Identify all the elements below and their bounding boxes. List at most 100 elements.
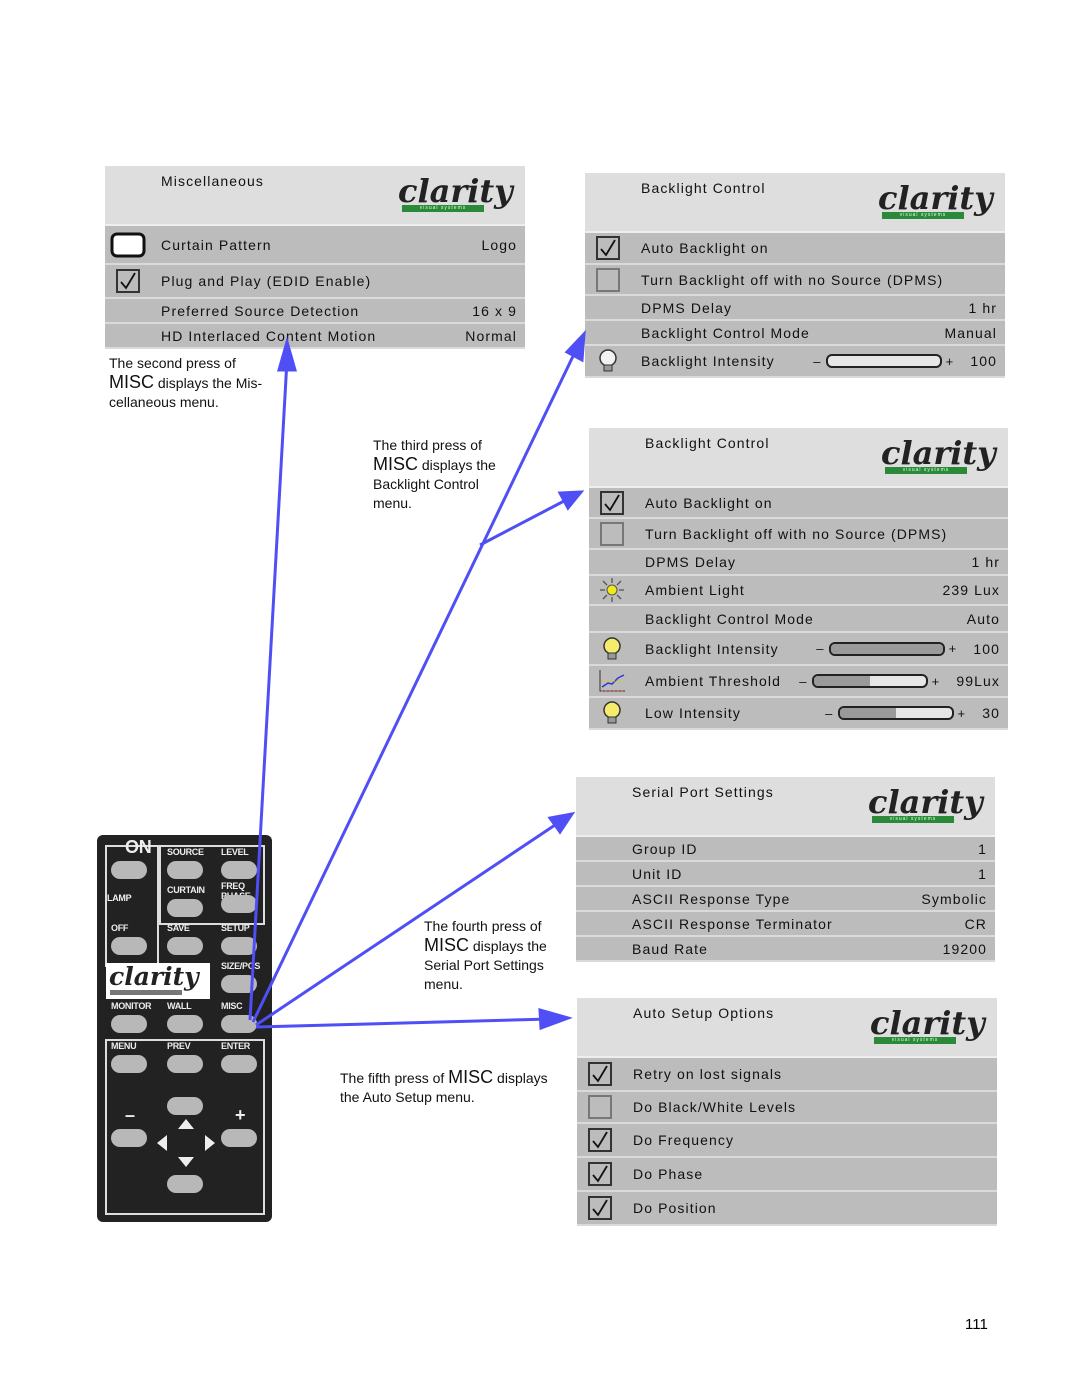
checkbox-empty-icon[interactable] <box>596 267 620 292</box>
menu-row-label: Low Intensity <box>645 705 742 721</box>
menu-row[interactable]: Low Intensity – +30 <box>589 698 1008 730</box>
checkbox-checked-icon[interactable] <box>596 236 620 260</box>
clarity-logo: clarity visual systems <box>870 1004 985 1044</box>
menu-row[interactable]: Backlight Control Mode Manual <box>585 321 1005 346</box>
intensity-slider[interactable]: – + <box>825 706 966 721</box>
checkbox-checked-icon[interactable] <box>588 1062 612 1086</box>
page-number: 111 <box>965 1316 988 1333</box>
remote-button-prev[interactable] <box>167 1055 203 1073</box>
minus-label: – <box>816 641 825 656</box>
slider-track[interactable] <box>825 354 942 368</box>
slider-track[interactable] <box>828 641 945 656</box>
intensity-slider[interactable]: – + <box>799 674 940 689</box>
menu-row[interactable]: DPMS Delay 1 hr <box>589 550 1008 576</box>
menu-panel-backlight-control-auto: Backlight Control clarity visual systems Au… <box>589 428 1008 730</box>
remote-button-setup[interactable] <box>221 937 257 955</box>
menu-row[interactable]: Backlight Intensity – +100 <box>585 346 1005 378</box>
remote-label: WALL <box>167 1001 192 1011</box>
clarity-logo: clarity <box>106 963 210 999</box>
remote-button-down[interactable] <box>167 1175 203 1193</box>
checkbox-empty-icon[interactable] <box>588 1095 612 1119</box>
remote-button-–[interactable] <box>111 1129 147 1147</box>
remote-button-wall[interactable] <box>167 1015 203 1033</box>
remote-button-menu[interactable] <box>111 1055 147 1073</box>
menu-row[interactable]: ASCII Response Terminator CR <box>576 912 995 937</box>
remote-button-level[interactable] <box>221 861 257 879</box>
menu-row[interactable]: Group ID 1 <box>576 837 995 862</box>
menu-row[interactable]: Do Black/White Levels <box>577 1092 997 1124</box>
menu-row-value: 239 Lux <box>942 582 1000 598</box>
plus-label: + <box>945 353 955 369</box>
remote-button-freqphase[interactable] <box>221 895 257 913</box>
remote-button-enter[interactable] <box>221 1055 257 1073</box>
bulb-icon <box>603 636 621 659</box>
menu-row[interactable]: Auto Backlight on <box>589 488 1008 519</box>
slider-fill <box>813 676 870 686</box>
intensity-slider[interactable]: – + <box>816 641 957 656</box>
menu-header: Backlight Control clarity visual systems <box>585 173 1005 233</box>
menu-row-value: 16 x 9 <box>472 302 517 319</box>
remote-button-save[interactable] <box>167 937 203 955</box>
arrowhead <box>564 329 586 363</box>
bulb-off-icon <box>599 349 617 372</box>
menu-row[interactable]: Unit ID 1 <box>576 862 995 887</box>
menu-row-label: ASCII Response Terminator <box>632 915 833 932</box>
remote-button-source[interactable] <box>167 861 203 879</box>
remote-button-sizepos[interactable] <box>221 975 257 993</box>
arrow-keys-icon[interactable] <box>155 1117 217 1169</box>
remote-label: ON <box>125 837 152 857</box>
menu-row-label: Do Position <box>633 1200 717 1216</box>
menu-row[interactable]: Plug and Play (EDID Enable) <box>105 265 525 299</box>
checkbox-checked-icon[interactable] <box>600 490 624 515</box>
menu-row[interactable]: Preferred Source Detection 16 x 9 <box>105 299 525 324</box>
intensity-slider[interactable]: – + <box>813 354 954 369</box>
remote-label: MONITOR <box>111 1001 152 1011</box>
menu-title: Backlight Control <box>645 435 770 451</box>
remote-label: SAVE <box>167 923 190 933</box>
menu-row-label: ASCII Response Type <box>632 890 791 907</box>
remote-button-up[interactable] <box>167 1097 203 1115</box>
checkbox-checked-icon[interactable] <box>588 1128 612 1152</box>
caption-serial: The fourth press of MISC displays the Seri… <box>424 918 547 992</box>
menu-row-label: Ambient Threshold <box>645 673 781 689</box>
menu-row-label: Group ID <box>632 840 698 857</box>
menu-row[interactable]: Curtain Pattern Logo <box>105 226 525 265</box>
menu-row[interactable]: Do Phase <box>577 1158 997 1192</box>
checkbox-empty-icon[interactable] <box>600 521 624 546</box>
remote-button-misc[interactable] <box>221 1015 257 1033</box>
menu-row[interactable]: Ambient Light 239 Lux <box>589 576 1008 606</box>
checkbox-checked-icon[interactable] <box>116 269 140 293</box>
plus-label: + <box>948 641 958 656</box>
remote-button-curtain[interactable] <box>167 899 203 917</box>
menu-row[interactable]: Do Frequency <box>577 1124 997 1158</box>
menu-row[interactable]: Backlight Control Mode Auto <box>589 606 1008 633</box>
menu-row[interactable]: ASCII Response Type Symbolic <box>576 887 995 912</box>
remote-label: SETUP <box>221 923 250 933</box>
menu-row-label: DPMS Delay <box>641 299 733 316</box>
menu-row[interactable]: Ambient Threshold – +99Lux <box>589 666 1008 698</box>
menu-title: Backlight Control <box>641 180 766 196</box>
slider-track[interactable] <box>837 706 954 720</box>
menu-row-label: Retry on lost signals <box>633 1066 783 1082</box>
remote-button-+[interactable] <box>221 1129 257 1147</box>
menu-row[interactable]: HD Interlaced Content Motion Normal <box>105 324 525 349</box>
menu-row[interactable]: Turn Backlight off with no Source (DPMS) <box>585 265 1005 296</box>
menu-row[interactable]: DPMS Delay 1 hr <box>585 296 1005 321</box>
menu-row[interactable]: Do Position <box>577 1192 997 1226</box>
menu-row[interactable]: Backlight Intensity – +100 <box>589 633 1008 666</box>
menu-row[interactable]: Retry on lost signals <box>577 1058 997 1092</box>
menu-row[interactable]: Turn Backlight off with no Source (DPMS) <box>589 519 1008 550</box>
checkbox-checked-icon[interactable] <box>588 1162 612 1186</box>
remote-button-off[interactable] <box>111 937 147 955</box>
plus-label: + <box>931 673 941 689</box>
menu-row[interactable]: Auto Backlight on <box>585 233 1005 265</box>
menu-row[interactable]: Baud Rate 19200 <box>576 937 995 962</box>
remote-button-monitor[interactable] <box>111 1015 147 1033</box>
remote-button-on[interactable] <box>111 861 147 879</box>
checkbox-checked-icon[interactable] <box>588 1196 612 1220</box>
menu-row-value: 100 <box>973 640 1000 657</box>
sun-icon <box>600 578 624 602</box>
slider-track[interactable] <box>811 674 928 688</box>
menu-row-label: Backlight Control Mode <box>641 324 810 341</box>
menu-row-value: Logo <box>481 236 517 253</box>
